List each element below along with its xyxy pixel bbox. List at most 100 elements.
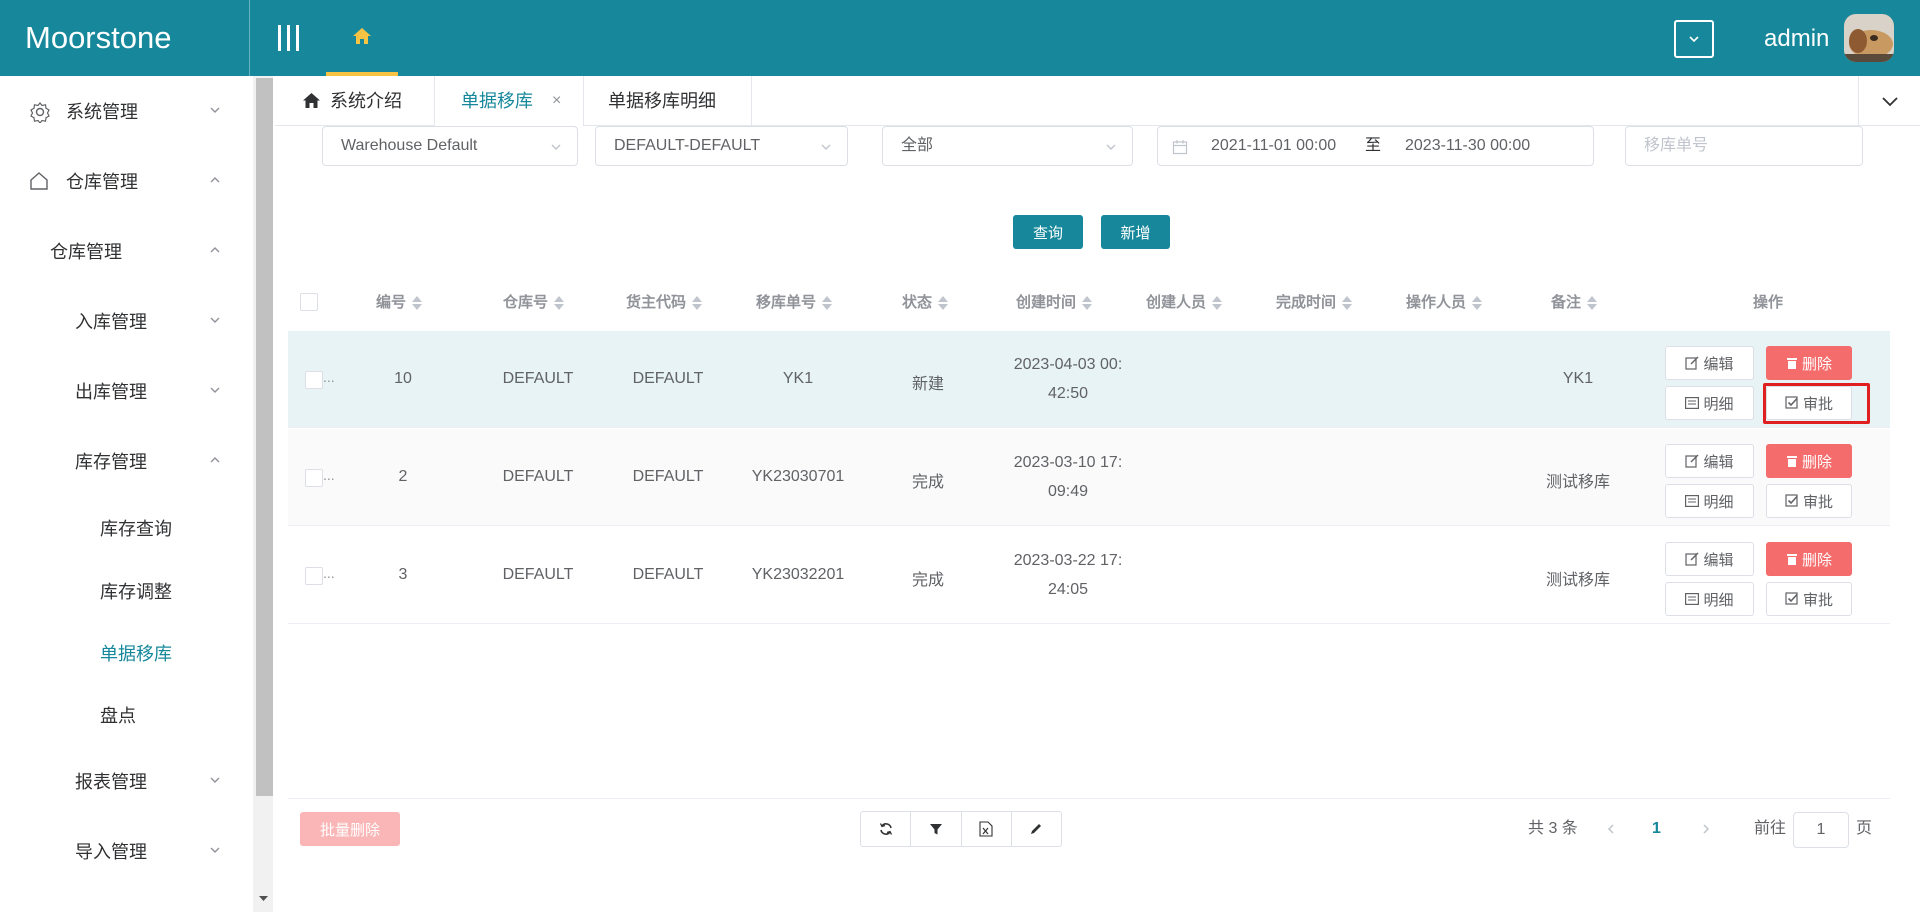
tabs-more-button[interactable]: [1858, 76, 1920, 126]
export-excel-button[interactable]: [962, 812, 1012, 846]
add-button[interactable]: 新增: [1101, 215, 1170, 249]
top-header: Moorstone admin: [0, 0, 1920, 76]
delete-button[interactable]: 删除: [1766, 346, 1852, 380]
chevron-down-icon: [1106, 144, 1116, 150]
detail-button[interactable]: 明细: [1665, 582, 1754, 616]
header-remark[interactable]: 备注: [1551, 275, 1598, 331]
row-checkbox[interactable]: [305, 469, 323, 487]
prev-page-icon[interactable]: [1604, 822, 1618, 836]
batch-delete-button[interactable]: 批量删除: [300, 812, 400, 846]
app-root: Moorstone admin 系统管理 仓库管理 仓库管理 入库管理 出库管理…: [0, 0, 1920, 912]
select-all-checkbox[interactable]: [300, 293, 318, 311]
sort-icon: [412, 295, 423, 311]
cell-order-no: YK23030701: [751, 468, 845, 485]
delete-button[interactable]: 删除: [1766, 444, 1852, 478]
edit-icon: [1685, 356, 1699, 370]
detail-button[interactable]: 明细: [1665, 484, 1754, 518]
current-page[interactable]: 1: [1652, 812, 1661, 846]
cell-warehouse: DEFAULT: [502, 468, 574, 485]
date-range-picker[interactable]: 2021-11-01 00:00 至 2023-11-30 00:00: [1157, 126, 1594, 166]
sidebar-item-inventory[interactable]: 库存管理: [0, 436, 250, 486]
tab-system-intro[interactable]: 系统介绍: [275, 76, 435, 126]
edit-button[interactable]: 编辑: [1665, 346, 1754, 380]
sidebar-item-inventory-query[interactable]: 库存查询: [0, 503, 250, 553]
row-checkbox[interactable]: [305, 567, 323, 585]
table-row[interactable]: ... 10 DEFAULT DEFAULT YK1 新建 2023-04-03…: [288, 331, 1890, 428]
header-status[interactable]: 状态: [902, 275, 949, 331]
cell-remark: YK1: [1562, 370, 1594, 387]
sidebar-item-label: 库存查询: [100, 519, 172, 539]
sidebar-item-reports[interactable]: 报表管理: [0, 756, 250, 806]
edit-button[interactable]: 编辑: [1665, 444, 1754, 478]
header-creator[interactable]: 创建人员: [1146, 275, 1223, 331]
sidebar-item-warehouse-sub[interactable]: 仓库管理: [0, 226, 250, 276]
header-operator[interactable]: 操作人员: [1406, 275, 1483, 331]
sidebar-item-label: 报表管理: [75, 772, 147, 792]
table-row[interactable]: ... 3 DEFAULT DEFAULT YK23032201 完成 2023…: [288, 527, 1890, 624]
chevron-up-icon: [210, 177, 220, 183]
approve-button[interactable]: 审批: [1766, 386, 1852, 420]
query-button[interactable]: 查询: [1013, 215, 1083, 249]
table-row[interactable]: ... 2 DEFAULT DEFAULT YK23030701 完成 2023…: [288, 429, 1890, 526]
menu-toggle-icon[interactable]: [268, 22, 308, 54]
trash-icon: [1786, 358, 1797, 369]
cell-owner: DEFAULT: [632, 370, 704, 387]
close-icon[interactable]: ×: [552, 76, 561, 126]
date-separator: 至: [1365, 137, 1382, 154]
cell-warehouse: DEFAULT: [502, 566, 574, 583]
header-warehouse[interactable]: 仓库号: [503, 275, 565, 331]
cell-status: 完成: [911, 572, 944, 589]
warehouse-select[interactable]: Warehouse Default: [322, 126, 578, 166]
header-id[interactable]: 编号: [376, 275, 423, 331]
order-no-input[interactable]: 移库单号: [1625, 126, 1863, 166]
sidebar-scroll-thumb[interactable]: [256, 78, 273, 796]
edit-button[interactable]: 编辑: [1665, 542, 1754, 576]
next-page-icon[interactable]: [1699, 822, 1713, 836]
status-select[interactable]: 全部: [882, 126, 1133, 166]
house-icon: [30, 172, 48, 190]
sidebar-item-warehouse[interactable]: 仓库管理: [0, 156, 250, 206]
sidebar-item-inventory-adjust[interactable]: 库存调整: [0, 566, 250, 616]
tab-order-transfer-detail[interactable]: 单据移库明细: [584, 76, 752, 126]
pencil-icon: [1031, 824, 1042, 834]
sidebar-item-order-transfer[interactable]: 单据移库: [0, 628, 250, 678]
header-dropdown-button[interactable]: [1674, 20, 1714, 58]
row-ellipsis: ...: [323, 467, 335, 483]
avatar[interactable]: [1844, 14, 1894, 62]
filter-button[interactable]: [911, 812, 962, 846]
order-no-placeholder: 移库单号: [1644, 137, 1709, 154]
goto-page-input[interactable]: 1: [1793, 812, 1849, 848]
cell-created-time: 2023-04-03 00: 42:50: [1013, 356, 1123, 402]
sidebar-item-outbound[interactable]: 出库管理: [0, 366, 250, 416]
home-icon[interactable]: [326, 0, 398, 76]
tab-label: 系统介绍: [330, 91, 403, 111]
refresh-button[interactable]: [861, 812, 912, 846]
owner-select[interactable]: DEFAULT-DEFAULT: [595, 126, 848, 166]
header-finish-time[interactable]: 完成时间: [1276, 275, 1353, 331]
tab-order-transfer[interactable]: 单据移库 ×: [435, 76, 584, 126]
scroll-down-arrow-icon[interactable]: [256, 890, 271, 906]
sidebar-item-import[interactable]: 导入管理: [0, 826, 250, 876]
sort-icon: [554, 295, 565, 311]
header-owner[interactable]: 货主代码: [626, 275, 703, 331]
owner-select-value: DEFAULT-DEFAULT: [614, 137, 761, 154]
calendar-icon: [1172, 140, 1188, 155]
row-checkbox[interactable]: [305, 371, 323, 389]
detail-button[interactable]: 明细: [1665, 386, 1754, 420]
user-name[interactable]: admin: [1764, 0, 1829, 76]
header-created-time[interactable]: 创建时间: [1016, 275, 1093, 331]
sidebar-item-label: 入库管理: [75, 312, 147, 332]
approve-button[interactable]: 审批: [1766, 582, 1852, 616]
delete-button[interactable]: 删除: [1766, 542, 1852, 576]
sidebar-item-label: 系统管理: [66, 102, 138, 122]
header-order-no[interactable]: 移库单号: [756, 275, 833, 331]
cell-warehouse: DEFAULT: [502, 370, 574, 387]
sidebar-item-stocktake[interactable]: 盘点: [0, 690, 250, 740]
approve-button[interactable]: 审批: [1766, 484, 1852, 518]
cell-id: 2: [398, 468, 408, 485]
edit-columns-button[interactable]: [1012, 812, 1061, 846]
sidebar-item-system[interactable]: 系统管理: [0, 86, 250, 136]
sidebar-item-inbound[interactable]: 入库管理: [0, 296, 250, 346]
date-end-input[interactable]: 2023-11-30 00:00: [1405, 127, 1530, 165]
date-start-input[interactable]: 2021-11-01 00:00: [1211, 127, 1336, 165]
